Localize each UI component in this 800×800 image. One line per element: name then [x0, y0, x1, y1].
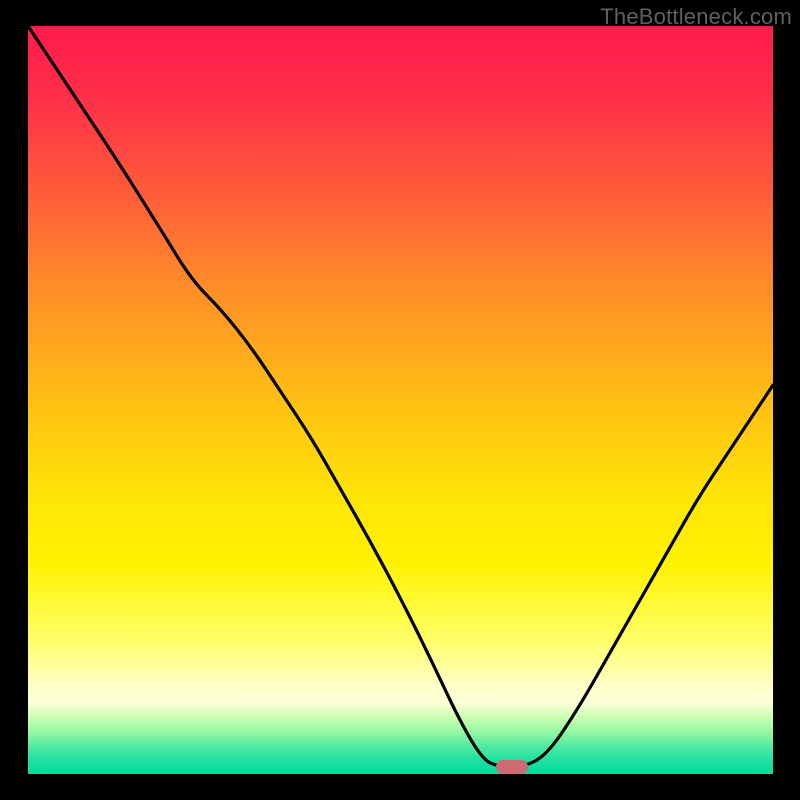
watermark-text: TheBottleneck.com [600, 4, 792, 30]
plot-area [28, 26, 773, 774]
selected-config-marker [496, 760, 528, 774]
bottleneck-curve [28, 26, 773, 774]
chart-frame: TheBottleneck.com [0, 0, 800, 800]
